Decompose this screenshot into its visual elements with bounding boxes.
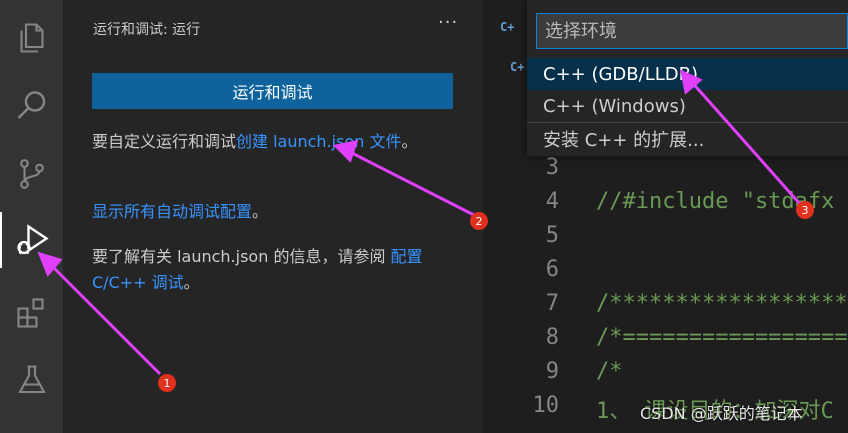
code-line[interactable]: 5 xyxy=(483,223,848,257)
custom-config-text: 要自定义运行和调试创建 launch.json 文件。 xyxy=(92,129,432,155)
code-line[interactable]: 3 xyxy=(483,155,848,189)
cpp-file-icon: C+ xyxy=(500,20,515,34)
learn-more-text: 要了解有关 launch.json 的信息，请参阅 配置 C/C++ 调试。 xyxy=(92,244,432,296)
code-line[interactable]: 6 xyxy=(483,257,848,291)
environment-search-input[interactable] xyxy=(536,13,848,49)
explorer-button[interactable] xyxy=(0,10,63,66)
code-text: /****************** xyxy=(596,291,848,316)
testing-button[interactable] xyxy=(0,352,63,408)
line-number: 6 xyxy=(545,257,559,282)
code-line[interactable]: 8 /*=================== xyxy=(483,325,848,359)
search-icon xyxy=(17,91,45,119)
testing-icon xyxy=(17,365,46,394)
learn-suffix: 。 xyxy=(183,273,200,292)
show-all-suffix: 。 xyxy=(252,202,269,221)
code-text: /* xyxy=(596,359,623,384)
line-number: 4 xyxy=(545,189,559,214)
more-actions-icon[interactable]: ··· xyxy=(438,12,458,33)
custom-suffix: 。 xyxy=(401,132,418,151)
annotation-badge: 1 xyxy=(158,374,176,392)
sidebar-title: 运行和调试: 运行 xyxy=(93,22,201,38)
show-all-text: 显示所有自动调试配置。 xyxy=(92,199,432,225)
env-option-gdb-lldb[interactable]: C++ (GDB/LLDB) xyxy=(527,58,848,90)
watermark: CSDN @跃跃的笔记本 xyxy=(640,404,803,423)
code-line[interactable]: 4 //#include "stdafx xyxy=(483,189,848,223)
code-line[interactable]: 9 /* xyxy=(483,359,848,393)
activity-bar xyxy=(0,0,63,433)
install-cpp-extension-option[interactable]: 安装 C++ 的扩展... xyxy=(527,122,848,154)
run-and-debug-button[interactable]: 运行和调试 xyxy=(92,73,453,109)
env-option-windows[interactable]: C++ (Windows) xyxy=(527,90,848,122)
learn-prefix: 要了解有关 launch.json 的信息，请参阅 xyxy=(92,247,386,266)
run-debug-sidebar: 运行和调试: 运行 ··· 运行和调试 要自定义运行和调试创建 launch.j… xyxy=(63,0,483,433)
files-icon xyxy=(19,23,44,53)
line-number: 10 xyxy=(532,393,560,418)
search-button[interactable] xyxy=(0,78,63,134)
line-number: 8 xyxy=(545,325,559,350)
code-line[interactable]: 7 /****************** xyxy=(483,291,848,325)
line-number: 5 xyxy=(545,223,559,248)
custom-prefix: 要自定义运行和调试 xyxy=(92,132,237,151)
code-text: /*=================== xyxy=(596,325,848,350)
extensions-icon xyxy=(16,298,44,328)
annotation-badge: 3 xyxy=(796,201,814,219)
line-number: 7 xyxy=(545,291,559,316)
source-control-button[interactable] xyxy=(0,146,63,202)
show-all-configs-link[interactable]: 显示所有自动调试配置 xyxy=(92,202,252,221)
annotation-badge: 2 xyxy=(470,212,488,230)
line-number: 3 xyxy=(545,155,559,180)
source-control-icon xyxy=(19,159,44,189)
create-launch-json-link[interactable]: 创建 launch.json 文件 xyxy=(236,132,401,151)
run-debug-button[interactable] xyxy=(0,212,63,268)
environment-quick-pick: C++ (GDB/LLDB) C++ (Windows) 安装 C++ 的扩展.… xyxy=(527,0,848,156)
extensions-button[interactable] xyxy=(0,285,63,341)
cpp-file-icon: C+ xyxy=(510,60,525,74)
run-debug-icon xyxy=(16,224,49,255)
line-number: 9 xyxy=(545,359,559,384)
